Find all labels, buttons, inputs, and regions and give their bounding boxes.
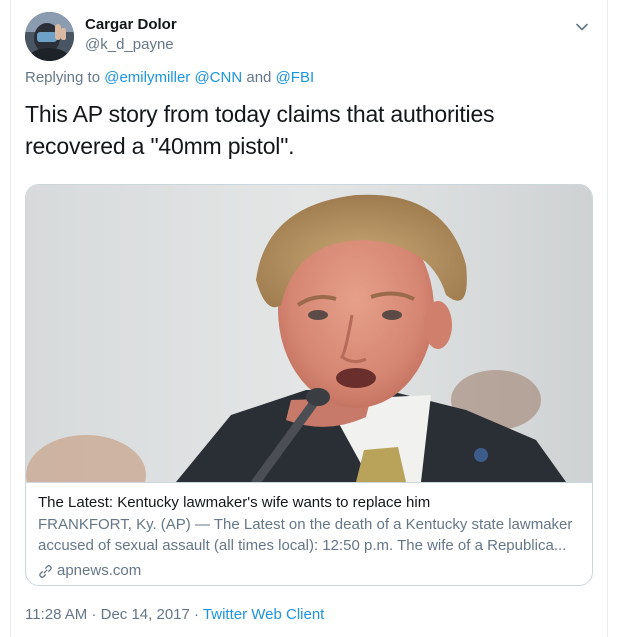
- tweet: Cargar Dolor @k_d_payne Replying to @emi…: [10, 0, 608, 637]
- tweet-date[interactable]: Dec 14, 2017: [101, 606, 190, 623]
- avatar[interactable]: [25, 12, 74, 61]
- tweet-header: Cargar Dolor @k_d_payne: [25, 12, 593, 62]
- user-names: Cargar Dolor @k_d_payne: [85, 15, 177, 55]
- replying-and: and: [246, 69, 272, 86]
- user-handle[interactable]: @k_d_payne: [85, 35, 177, 55]
- tweet-time[interactable]: 11:28 AM: [25, 606, 87, 623]
- mention-emilymiller[interactable]: @emilymiller: [104, 69, 190, 86]
- display-name[interactable]: Cargar Dolor: [85, 15, 177, 35]
- chevron-down-icon[interactable]: [571, 16, 593, 38]
- meta-separator: ·: [91, 606, 97, 623]
- meta-separator: ·: [194, 606, 200, 623]
- mention-cnn[interactable]: @CNN: [194, 69, 242, 86]
- mention-fbi[interactable]: @FBI: [276, 69, 315, 86]
- link-card[interactable]: The Latest: Kentucky lawmaker's wife wan…: [25, 184, 593, 586]
- link-icon: [38, 564, 53, 579]
- card-title: The Latest: Kentucky lawmaker's wife wan…: [38, 494, 431, 511]
- tweet-meta: 11:28 AM · Dec 14, 2017 · Twitter Web Cl…: [25, 605, 324, 625]
- card-domain: apnews.com: [57, 562, 142, 579]
- replying-to: Replying to @emilymiller @CNN and @FBI: [25, 68, 314, 88]
- tweet-client[interactable]: Twitter Web Client: [203, 606, 324, 623]
- card-body: The Latest: Kentucky lawmaker's wife wan…: [38, 493, 583, 581]
- card-domain-row: apnews.com: [38, 561, 583, 581]
- card-description: FRANKFORT, Ky. (AP) — The Latest on the …: [38, 516, 573, 554]
- card-image: [26, 185, 592, 483]
- tweet-text: This AP story from today claims that aut…: [25, 101, 495, 159]
- replying-to-label: Replying to: [25, 69, 101, 86]
